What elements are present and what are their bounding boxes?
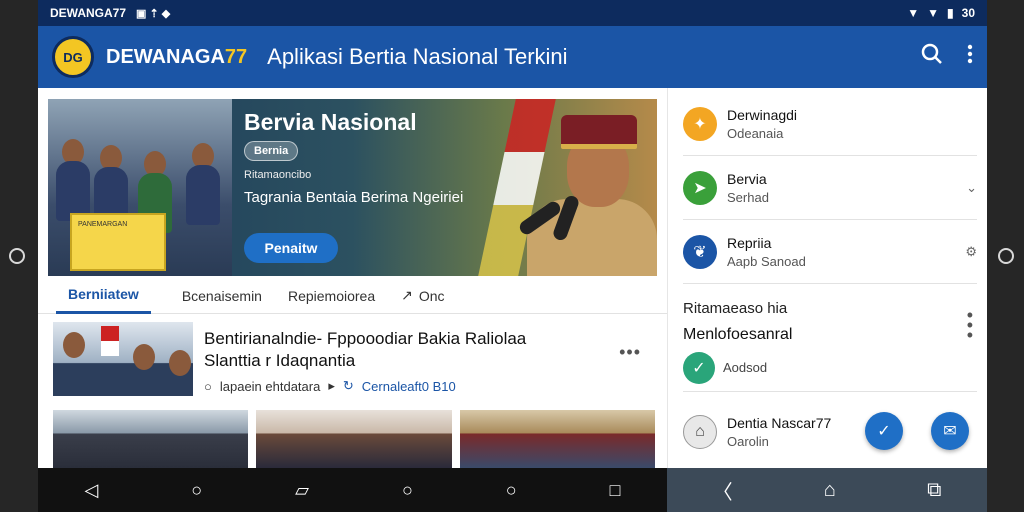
article-card[interactable]: Bentirianalndie- Fppooodiar Bakia Raliol…: [38, 314, 667, 402]
sidebar-block-sub: Aodsod: [723, 360, 768, 375]
sidebar-feature-block[interactable]: Ritamaeaso hia Menlofoesanral ✓ Aodsod •…: [683, 296, 977, 392]
sidebar-block-line1: Ritamaeaso hia: [683, 300, 788, 317]
bullet-icon: ▸: [328, 378, 335, 393]
recents-icon[interactable]: □: [610, 480, 621, 501]
sidebar-item-derwinagdi[interactable]: ✦ Derwinagdi Odeanaia: [683, 92, 977, 156]
screen: DEWANGA77 ▣ ⇡ ◆ ▼ ▼ ▮ 30 DG DEWANAGA77 A…: [38, 0, 987, 512]
chevron-down-icon[interactable]: ⌄: [966, 180, 977, 196]
right-sensor: [998, 248, 1014, 264]
sidebar-item-repriia[interactable]: ❦ Repriia Aapb Sanoad ⚙: [683, 220, 977, 284]
status-carrier: DEWANGA77: [50, 6, 127, 20]
system-nav-bar-left: ◁ ○ ▱ ○ ○ □: [38, 468, 667, 512]
tab-berniiatew[interactable]: Berniiatew: [56, 278, 151, 314]
device-frame: DEWANGA77 ▣ ⇡ ◆ ▼ ▼ ▮ 30 DG DEWANAGA77 A…: [0, 0, 1024, 512]
sidebar-item-subtitle: Odeanaia: [727, 125, 784, 141]
home-icon[interactable]: ○: [506, 480, 517, 501]
tab-bcenaisemin[interactable]: Bcenaisemin: [169, 278, 275, 314]
app-bar: DG DEWANAGA77 Aplikasi Bertia Nasional T…: [38, 26, 987, 88]
sidebar-item-bervia[interactable]: ➤ Bervia Serhad ⌄: [683, 156, 977, 220]
recents-icon[interactable]: ⧉: [927, 479, 941, 502]
main-content: PANEMARGAN Bervia Nasional Bernia Ritama…: [38, 88, 667, 468]
page-title: Aplikasi Bertia Nasional Terkini: [267, 44, 568, 69]
hero-speaker-image: [457, 99, 657, 276]
article-title-line2: Slanttia r Idaqnantia: [204, 351, 356, 370]
tab-repiemoiorea[interactable]: Repiemoiorea: [275, 278, 388, 314]
megaphone-icon: ➤: [683, 170, 717, 205]
wheat-icon: ❦: [683, 234, 717, 269]
tab-onc[interactable]: ↗ Onc: [388, 278, 457, 314]
mail-fab-button[interactable]: ✉: [931, 412, 969, 450]
notification-icons: ▣ ⇡ ◆: [136, 7, 171, 20]
check-fab-button[interactable]: ✓: [865, 412, 903, 450]
protest-sign: PANEMARGAN: [70, 213, 166, 271]
brand-name: DEWANAGA77: [106, 46, 247, 69]
back-icon[interactable]: ◁: [84, 480, 98, 501]
brand-text: DEWANAGA: [106, 45, 225, 68]
status-bar: DEWANGA77 ▣ ⇡ ◆ ▼ ▼ ▮ 30: [38, 0, 987, 26]
left-sensor: [9, 248, 25, 264]
hero-subtitle: Ritamaoncibo: [244, 169, 312, 181]
back-icon[interactable]: 〈: [713, 476, 733, 505]
check-icon: ✓: [683, 352, 715, 384]
tab-onc-label: Onc: [418, 287, 445, 304]
emblem-icon: ✦: [683, 106, 717, 141]
sidebar: ✦ Derwinagdi Odeanaia ➤ Bervia Serhad ⌄ …: [667, 88, 987, 468]
share-icon: ↗: [401, 287, 413, 303]
app-logo[interactable]: DG: [52, 36, 94, 78]
hero-read-button[interactable]: Penaitw: [244, 233, 338, 263]
brand-number: 77: [224, 45, 248, 68]
strip-image-2[interactable]: [256, 410, 452, 468]
more-vert-icon[interactable]: • • •: [967, 306, 973, 344]
strip-image-1[interactable]: [53, 410, 249, 468]
home-icon[interactable]: ⌂: [824, 479, 836, 502]
hero-banner[interactable]: PANEMARGAN Bervia Nasional Bernia Ritama…: [48, 99, 657, 276]
wifi-icon: ▼: [907, 6, 920, 20]
status-time: 30: [961, 6, 975, 20]
sidebar-item-title: Dentia Nascar77: [727, 415, 832, 431]
hero-crowd-image: PANEMARGAN: [48, 99, 232, 276]
signal-icon: ▼: [927, 6, 940, 20]
home-icon[interactable]: ○: [191, 480, 202, 501]
refresh-icon: ↻: [342, 378, 354, 393]
article-meta: ○ lapaein ehtdatara ▸ ↻ Cernaleaft0 B10: [204, 378, 456, 394]
sign-text: PANEMARGAN: [78, 221, 128, 228]
building-icon: ⌂: [683, 415, 717, 449]
hero-title: Bervia Nasional: [244, 109, 417, 135]
settings-icon[interactable]: ⚙: [965, 244, 977, 260]
sidebar-item-subtitle: Oarolin: [727, 434, 769, 449]
article-source-link[interactable]: Cernaleaft0 B10: [362, 379, 456, 394]
article-title: Bentirianalndie- Fppooodiar Bakia Raliol…: [204, 328, 624, 372]
home-icon[interactable]: ○: [402, 480, 413, 501]
hero-headline: Tagrania Bentaia Berima Ngeiriei: [244, 189, 464, 206]
system-nav-bar-right: 〈 ⌂ ⧉: [667, 468, 987, 512]
clock-icon: ○: [204, 378, 212, 394]
article-meta-text: lapaein ehtdatara: [219, 378, 321, 394]
sidebar-item-title: Bervia: [727, 170, 767, 187]
sidebar-item-subtitle: Serhad: [727, 189, 769, 205]
logo-text: DG: [63, 49, 83, 65]
sidebar-item-subtitle: Aapb Sanoad: [727, 253, 806, 269]
more-vert-icon[interactable]: [967, 44, 973, 70]
recents-icon[interactable]: ▱: [295, 480, 309, 501]
article-thumbnail: [53, 322, 193, 396]
sidebar-item-title: Derwinagdi: [727, 106, 798, 123]
strip-image-3[interactable]: [459, 410, 655, 468]
more-horiz-icon[interactable]: •••: [619, 342, 641, 363]
sidebar-item-title: Repriia: [727, 234, 772, 251]
search-icon[interactable]: [921, 43, 943, 71]
battery-icon: ▮: [947, 6, 954, 20]
sidebar-block-line2: Menlofoesanral: [683, 326, 793, 343]
category-tabs: Berniiatew Bcenaisemin Repiemoiorea ↗ On…: [38, 278, 667, 314]
article-title-line1: Bentirianalndie- Fppooodiar Bakia Raliol…: [204, 329, 527, 348]
image-strip: [53, 410, 655, 468]
hero-badge: Bernia: [244, 141, 299, 161]
